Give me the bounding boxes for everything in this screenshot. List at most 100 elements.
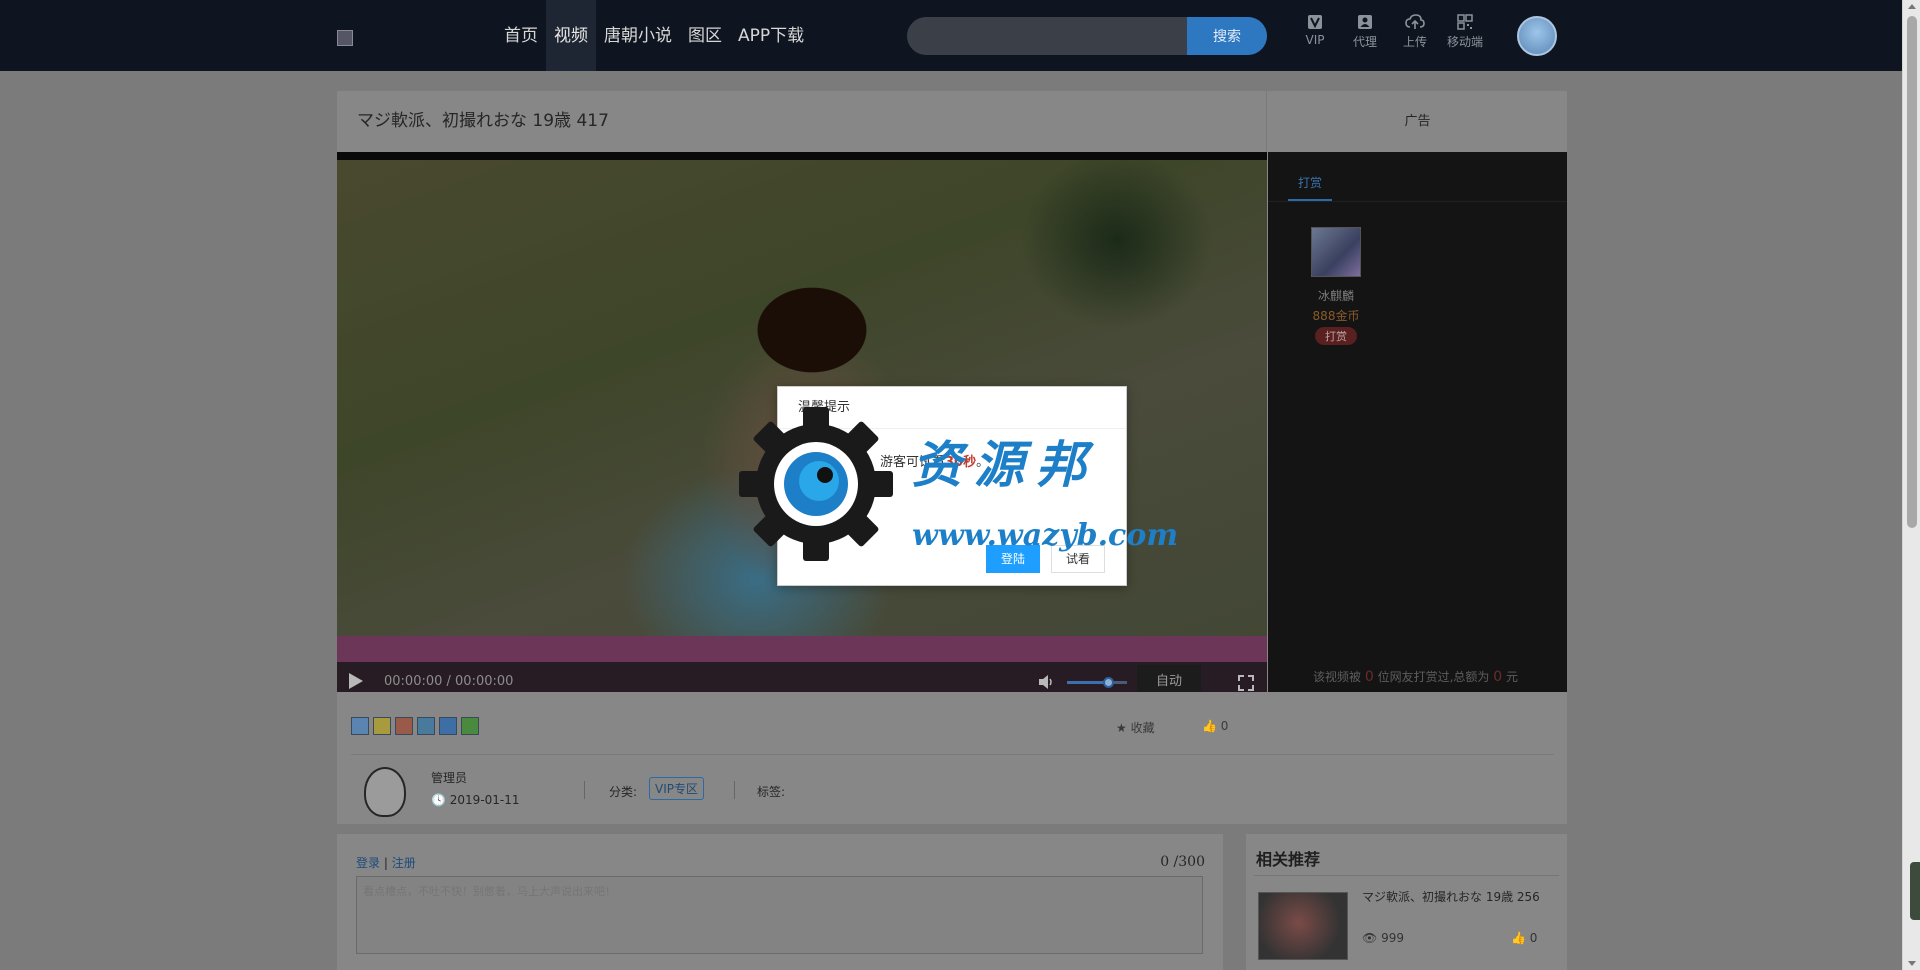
gift-reward-button[interactable]: 打赏	[1315, 327, 1357, 345]
category-badge[interactable]: VIP专区	[649, 777, 704, 800]
like-count: 0	[1220, 719, 1229, 733]
search-button[interactable]: 搜索	[1187, 17, 1267, 55]
comment-input[interactable]	[356, 876, 1203, 954]
scroll-down-arrow-icon[interactable]	[1908, 961, 1916, 966]
comment-box: 登录 | 注册 0 /300	[337, 834, 1223, 970]
related-recommendations: 相关推荐 マジ軟派、初撮れおな 19歳 256 👁 999 👍 0	[1246, 834, 1567, 970]
meta-separator	[584, 781, 585, 799]
scroll-up-arrow-icon[interactable]	[1908, 4, 1916, 9]
user-avatar[interactable]	[1517, 16, 1557, 56]
site-logo[interactable]	[337, 30, 353, 46]
nav-app-download[interactable]: APP下载	[730, 0, 812, 71]
header-icon-group: VIP 代理 上传 移动端	[1290, 14, 1490, 50]
player-controls: 00:00:00 / 00:00:00 自动	[337, 662, 1267, 692]
nav-gallery[interactable]: 图区	[680, 0, 730, 71]
login-register-separator: |	[383, 856, 388, 870]
login-link[interactable]: 登录	[356, 856, 380, 870]
share-renren-icon[interactable]	[439, 717, 457, 735]
agent-label: 代理	[1352, 35, 1377, 49]
recommend-views: 👁 999	[1362, 931, 1404, 945]
reward-total: 0	[1493, 669, 1503, 685]
favorite-label: 收藏	[1130, 721, 1155, 735]
share-wechat-icon[interactable]	[461, 717, 479, 735]
reward-count: 0	[1364, 669, 1374, 685]
video-title: マジ軟派、初撮れおな 19歳 417	[357, 111, 609, 131]
share-more-icon[interactable]	[351, 717, 369, 735]
time-display: 00:00:00 / 00:00:00	[384, 674, 514, 689]
reward-divider	[1268, 201, 1567, 202]
recommend-thumbnail[interactable]	[1258, 892, 1348, 960]
recommend-views-count: 999	[1381, 931, 1404, 945]
vip-label: VIP	[1305, 33, 1325, 47]
like-button[interactable]: 👍 0	[1202, 719, 1228, 733]
author-name[interactable]: 管理员	[431, 769, 467, 786]
reward-panel: 打赏 冰麒麟 888金币 打赏 该视频被 0 位网友打赏过,总额为 0 元	[1268, 152, 1567, 692]
favorite-button[interactable]: ★ 收藏	[1116, 719, 1155, 736]
upload-label: 上传	[1402, 35, 1427, 49]
comment-char-count: 0 /300	[1160, 854, 1205, 870]
publish-date: 🕓 2019-01-11	[431, 793, 520, 807]
login-register: 登录 | 注册	[356, 854, 416, 871]
reward-summary-suffix: 元	[1506, 670, 1519, 684]
video-title-bar: マジ軟派、初撮れおな 19歳 417	[337, 91, 1267, 152]
upload-icon	[1405, 14, 1425, 29]
mobile-label: 移动端	[1446, 35, 1483, 49]
upload-link[interactable]: 上传	[1390, 14, 1440, 50]
volume-handle[interactable]	[1103, 677, 1114, 688]
watermark-url: www.wazyb.com	[912, 518, 1179, 553]
vip-icon	[1308, 15, 1322, 29]
mobile-link[interactable]: 移动端	[1440, 14, 1490, 50]
search-bar: 搜索	[907, 17, 1267, 55]
watermark-text: 资源邦	[912, 435, 1098, 494]
nav-novel[interactable]: 唐朝小说	[596, 0, 680, 71]
gift-item[interactable]: 冰麒麟 888金币 打赏	[1306, 227, 1366, 345]
play-icon[interactable]	[349, 673, 363, 689]
agent-link[interactable]: 代理	[1340, 14, 1390, 50]
category-label: 分类:	[609, 785, 638, 799]
scrollbar-thumb[interactable]	[1907, 16, 1917, 528]
gift-price: 888金币	[1312, 309, 1360, 323]
share-weibo-icon[interactable]	[395, 717, 413, 735]
tab-reward[interactable]: 打赏	[1288, 174, 1332, 201]
watermark-gear-logo	[739, 407, 893, 561]
nav-video[interactable]: 视频	[546, 0, 596, 71]
top-navbar: 首页 视频 唐朝小说 图区 APP下载 搜索 VIP 代理 上传 移动端	[0, 0, 1902, 71]
tags-label: 标签:	[757, 785, 786, 799]
volume-icon[interactable]	[1037, 673, 1055, 691]
register-link[interactable]: 注册	[392, 856, 416, 870]
eye-icon: 👁	[1362, 931, 1378, 945]
gift-name: 冰麒麟	[1317, 289, 1354, 303]
share-qzone-icon[interactable]	[373, 717, 391, 735]
thumbs-up-icon: 👍	[1202, 719, 1217, 733]
page-scrollbar[interactable]	[1902, 0, 1920, 970]
reward-summary: 该视频被 0 位网友打赏过,总额为 0 元	[1313, 668, 1518, 685]
search-input[interactable]	[907, 17, 1187, 55]
reward-summary-prefix: 该视频被	[1313, 670, 1362, 684]
recommend-likes-count: 0	[1529, 931, 1538, 945]
qrcode-icon	[1457, 14, 1473, 30]
clock-icon: 🕓	[431, 793, 446, 807]
reward-summary-middle: 位网友打赏过,总额为	[1377, 670, 1490, 684]
fullscreen-icon[interactable]	[1237, 674, 1255, 692]
share-buttons	[351, 717, 479, 735]
meta-separator	[734, 781, 735, 799]
side-float-tab[interactable]	[1910, 862, 1920, 920]
quality-auto-button[interactable]: 自动	[1137, 665, 1201, 692]
recommend-divider	[1254, 875, 1559, 876]
recommend-title: 相关推荐	[1256, 850, 1321, 869]
main-nav: 首页 视频 唐朝小说 图区 APP下载	[496, 0, 812, 71]
volume-slider[interactable]	[1067, 677, 1127, 688]
agent-icon	[1358, 15, 1372, 29]
share-tencent-icon[interactable]	[417, 717, 435, 735]
nav-home[interactable]: 首页	[496, 0, 546, 71]
recommend-likes: 👍 0	[1511, 931, 1537, 945]
ad-header: 广告	[1404, 114, 1431, 129]
meta-divider	[351, 754, 1554, 755]
author-avatar[interactable]	[364, 767, 406, 817]
vip-link[interactable]: VIP	[1290, 14, 1340, 50]
publish-date-text: 2019-01-11	[449, 793, 520, 807]
gift-image	[1311, 227, 1361, 277]
thumbs-up-icon: 👍	[1511, 931, 1526, 945]
star-icon: ★	[1116, 721, 1127, 735]
recommend-item-title[interactable]: マジ軟派、初撮れおな 19歳 256	[1362, 888, 1540, 905]
